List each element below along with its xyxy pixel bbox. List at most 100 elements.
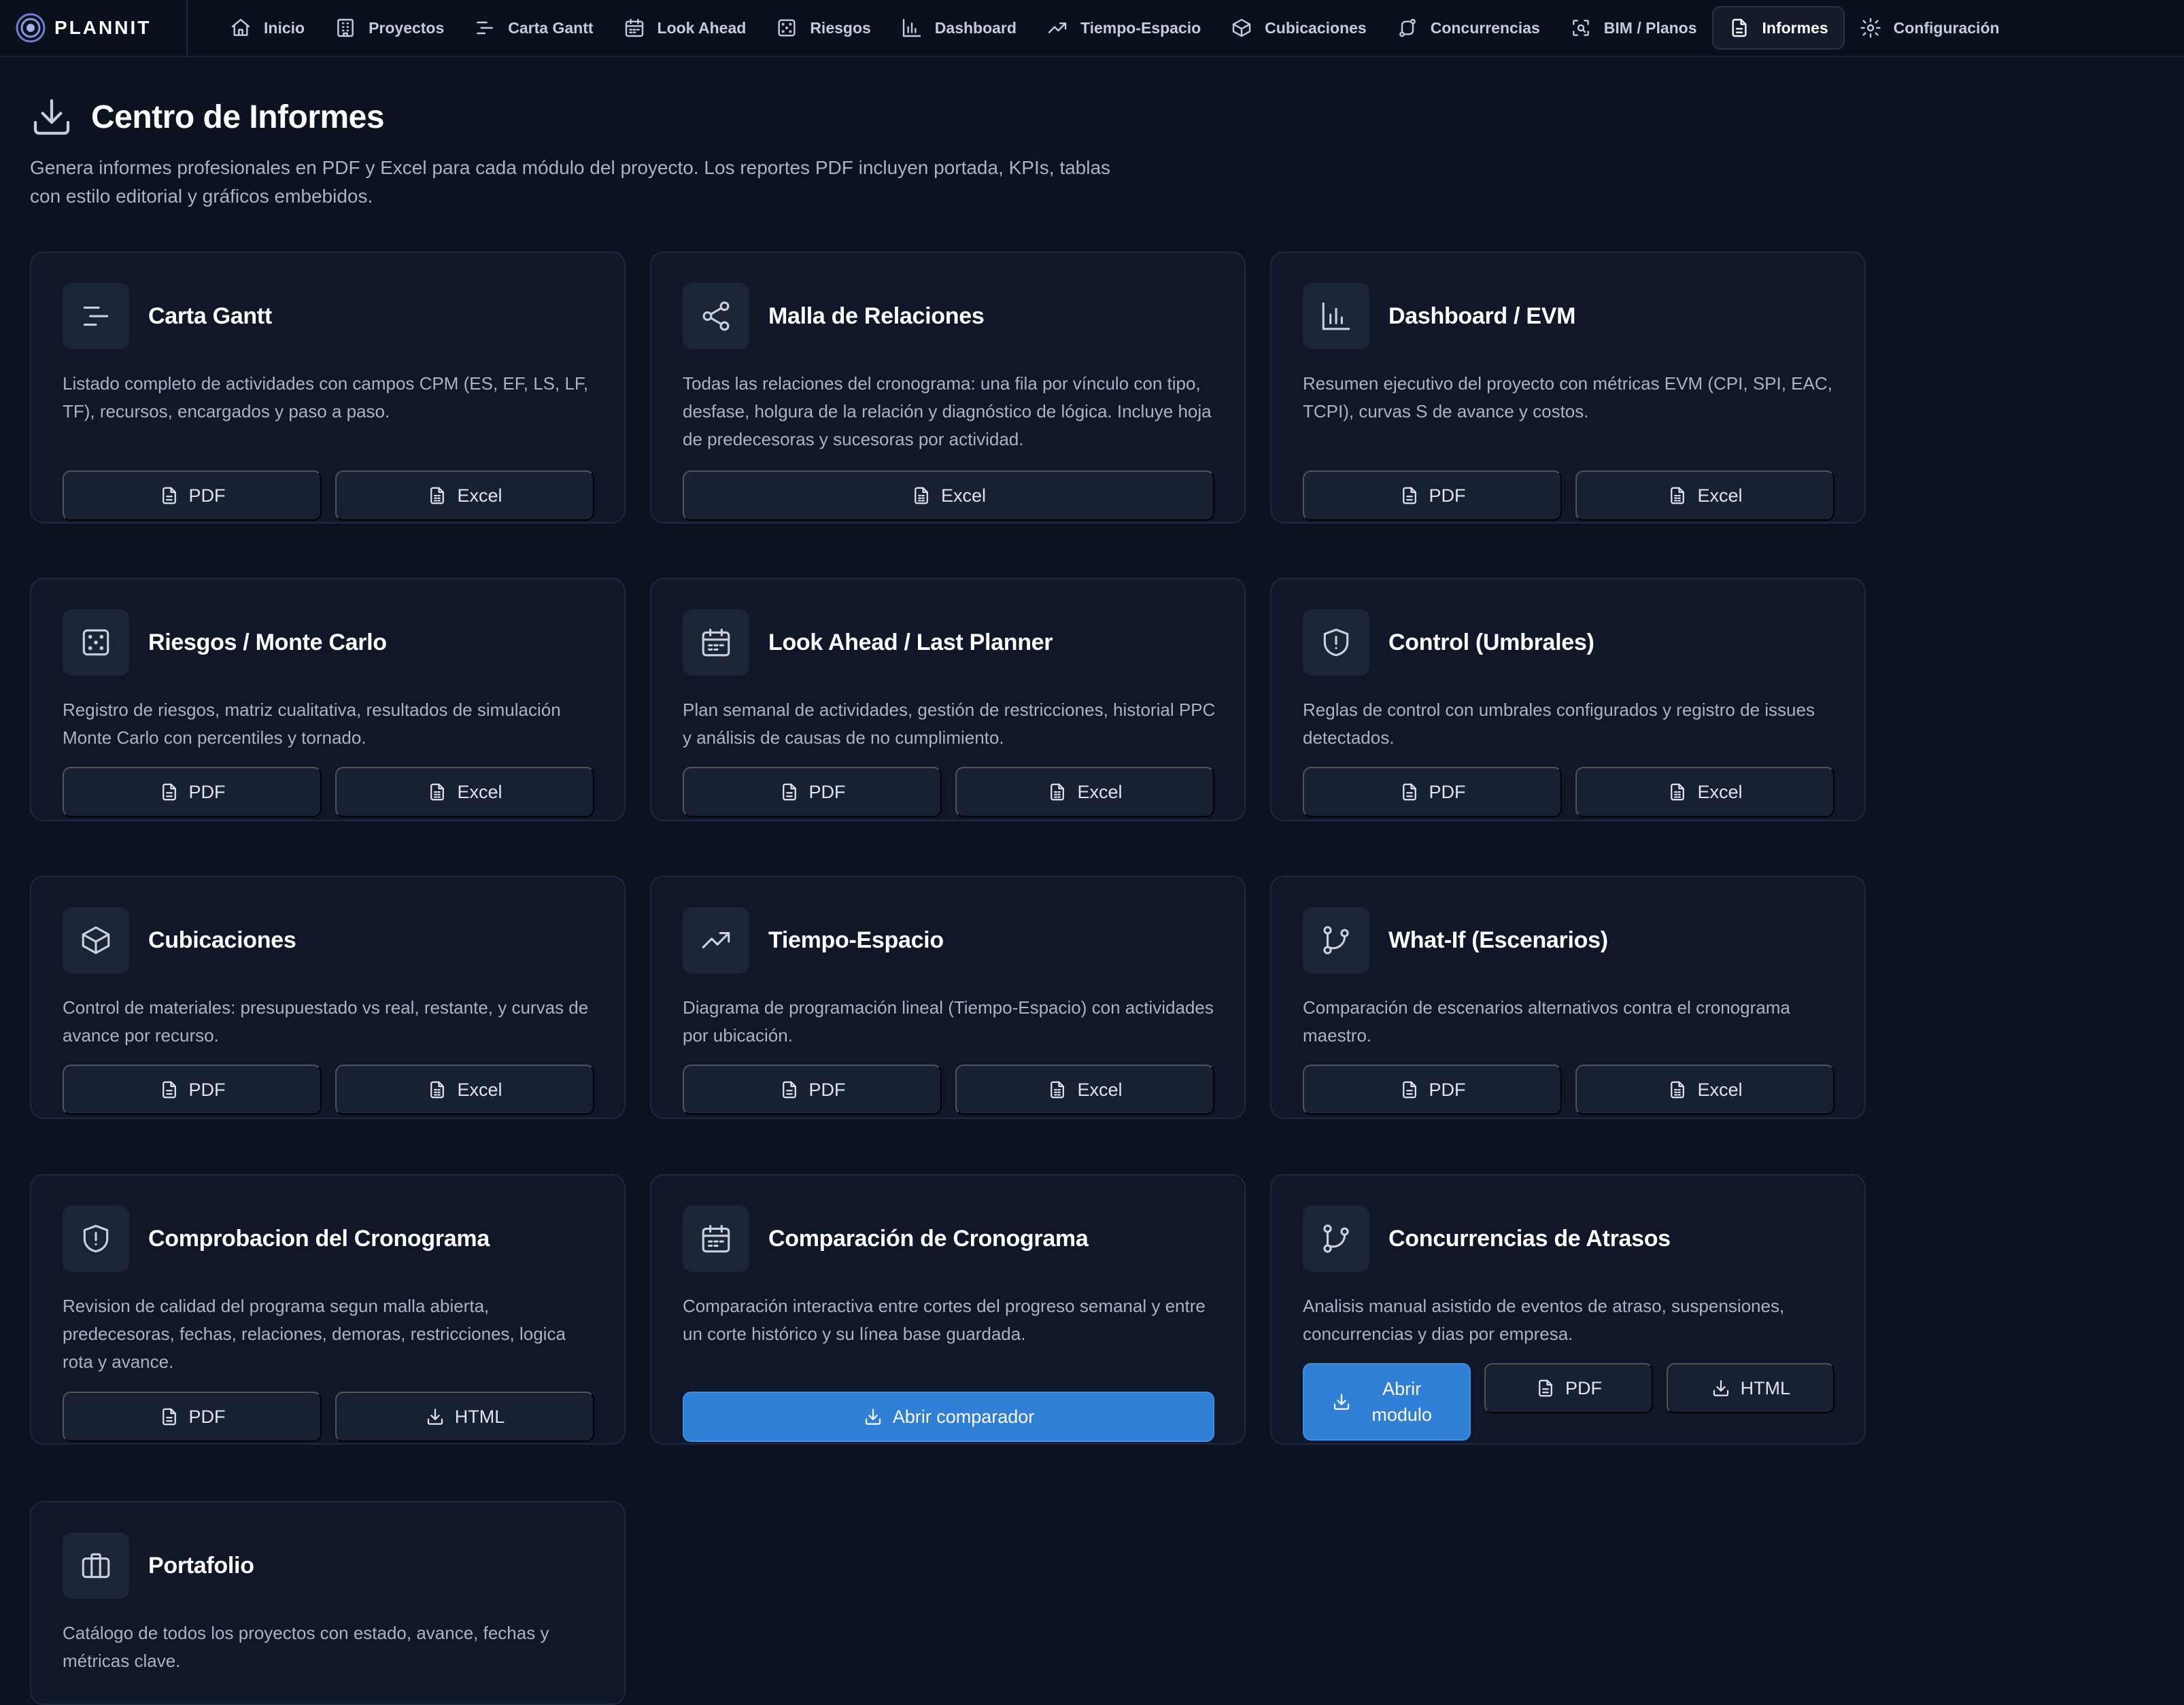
pdf-button[interactable]: PDF xyxy=(63,470,322,521)
nav-item-cubicaciones[interactable]: Cubicaciones xyxy=(1216,6,1382,50)
html-button[interactable]: HTML xyxy=(1666,1363,1835,1413)
document-icon xyxy=(162,1408,176,1426)
excel-button[interactable]: Excel xyxy=(1575,1065,1835,1115)
nav-item-label: Proyectos xyxy=(369,18,445,37)
gantt-icon xyxy=(83,306,109,326)
document-icon xyxy=(1731,18,1747,37)
card-actions: Abrir comparador xyxy=(683,1392,1214,1442)
scan-icon xyxy=(1572,20,1589,36)
button-label: HTML xyxy=(1740,1377,1791,1398)
card-description: Comparación de escenarios alternativos c… xyxy=(1303,997,1790,1046)
card-icon-tile xyxy=(683,609,749,676)
button-label: Excel xyxy=(1697,781,1743,802)
nav-item-riesgos[interactable]: Riesgos xyxy=(761,6,885,50)
card-actions: PDF Excel xyxy=(63,470,594,521)
excel-button[interactable]: Excel xyxy=(955,1065,1214,1115)
nav-item-concurrencias[interactable]: Concurrencias xyxy=(1382,6,1555,50)
button-label: PDF xyxy=(1429,485,1466,506)
spreadsheet-icon xyxy=(915,487,928,504)
nav-item-carta-gantt[interactable]: Carta Gantt xyxy=(459,6,608,50)
card-actions: PDF Excel xyxy=(1303,1065,1835,1115)
card-description: Listado completo de actividades con camp… xyxy=(63,373,589,421)
download-icon xyxy=(1333,1394,1349,1410)
dice-icon xyxy=(82,629,109,656)
card-title: Comparación de Cronograma xyxy=(768,1225,1089,1252)
report-card-riesgos-monte-carlo: Riesgos / Monte Carlo Registro de riesgos… xyxy=(30,578,626,821)
pdf-button[interactable]: PDF xyxy=(1303,470,1562,521)
brand[interactable]: PLANNIT xyxy=(0,0,188,56)
report-card-comprobacion-del-cronograma: Comprobacion del Cronograma Revision de c… xyxy=(30,1174,626,1445)
nav-item-label: Cubicaciones xyxy=(1265,18,1367,37)
excel-button[interactable]: Excel xyxy=(335,1065,594,1115)
nav-item-label: Dashboard xyxy=(934,18,1017,37)
spreadsheet-icon xyxy=(430,487,445,504)
excel-button[interactable]: Excel xyxy=(683,470,1214,521)
card-title: Dashboard / EVM xyxy=(1388,303,1576,329)
nav-item-informes[interactable]: Informes xyxy=(1711,6,1845,50)
card-description: Comparación interactiva entre cortes del… xyxy=(683,1296,1206,1344)
nav-item-configuraci-n[interactable]: Configuración xyxy=(1845,6,2015,50)
button-label: Abrir comparador xyxy=(892,1406,1035,1427)
report-card-portafolio: Portafolio Catálogo de todos los proyecto… xyxy=(30,1501,626,1705)
nav-item-proyectos[interactable]: Proyectos xyxy=(320,6,459,50)
excel-button[interactable]: Excel xyxy=(955,767,1214,817)
button-label: PDF xyxy=(1429,781,1466,802)
page-header: Centro de Informes Genera informes profe… xyxy=(30,95,1186,211)
button-label: PDF xyxy=(188,1406,226,1427)
card-icon-tile xyxy=(1303,1205,1369,1272)
excel-button[interactable]: Excel xyxy=(335,767,594,817)
pdf-button[interactable]: PDF xyxy=(1484,1363,1653,1413)
card-title: Look Ahead / Last Planner xyxy=(768,629,1053,655)
trend-icon xyxy=(1048,22,1067,33)
card-title: Cubicaciones xyxy=(148,927,296,953)
box-icon xyxy=(82,926,110,954)
document-icon xyxy=(162,487,176,504)
spreadsheet-icon xyxy=(430,783,445,801)
button-label: Excel xyxy=(940,485,987,506)
pdf-button[interactable]: PDF xyxy=(683,767,942,817)
trend-icon xyxy=(702,932,730,948)
card-actions: Excel xyxy=(683,470,1214,521)
report-card-comparacion-de-cronograma: Comparación de Cronograma Comparación int… xyxy=(650,1174,1246,1445)
pdf-button[interactable]: PDF xyxy=(63,1065,322,1115)
excel-button[interactable]: Excel xyxy=(1575,767,1835,817)
pdf-button[interactable]: PDF xyxy=(63,1392,322,1442)
document-icon xyxy=(782,783,796,801)
button-label: Excel xyxy=(1077,781,1123,802)
nav-item-look-ahead[interactable]: Look Ahead xyxy=(609,6,762,50)
excel-button[interactable]: Excel xyxy=(335,470,594,521)
route-icon xyxy=(1399,18,1416,37)
nav-item-label: Concurrencias xyxy=(1430,18,1540,37)
document-icon xyxy=(1402,487,1416,504)
card-icon-tile xyxy=(63,609,129,676)
html-button[interactable]: HTML xyxy=(335,1392,594,1442)
pdf-button[interactable]: PDF xyxy=(1303,1065,1562,1115)
excel-button[interactable]: Excel xyxy=(1575,470,1835,521)
button-label: PDF xyxy=(808,1079,846,1100)
pdf-button[interactable]: PDF xyxy=(63,767,322,817)
nav-items: Inicio Proyectos Carta Gantt Look Ahead Ries… xyxy=(188,0,2015,56)
card-actions: PDF Excel xyxy=(1303,470,1835,521)
abrir-modulo-button[interactable]: Abrir modulo xyxy=(1303,1363,1471,1441)
nav-item-inicio[interactable]: Inicio xyxy=(215,6,320,50)
report-card-carta-gantt: Carta Gantt Listado completo de actividad… xyxy=(30,252,626,523)
nav-item-label: Look Ahead xyxy=(657,18,747,37)
report-card-dashboard-evm: Dashboard / EVM Resumen ejecutivo del pro… xyxy=(1270,252,1866,523)
nav-item-tiempo-espacio[interactable]: Tiempo-Espacio xyxy=(1031,6,1216,50)
spreadsheet-icon xyxy=(1051,1081,1065,1099)
pdf-button[interactable]: PDF xyxy=(683,1065,942,1115)
card-description: Reglas de control con umbrales configura… xyxy=(1303,700,1815,748)
card-icon-tile xyxy=(63,1205,129,1272)
nav-item-bim-planos[interactable]: BIM / Planos xyxy=(1555,6,1712,50)
nav-item-label: Informes xyxy=(1762,18,1828,37)
download-icon xyxy=(33,99,70,135)
spreadsheet-icon xyxy=(1671,1081,1685,1099)
box-icon xyxy=(1232,18,1251,37)
nav-item-dashboard[interactable]: Dashboard xyxy=(886,6,1031,50)
button-label: PDF xyxy=(188,485,226,506)
spreadsheet-icon xyxy=(1671,487,1685,504)
calendar-icon xyxy=(702,1224,730,1253)
pdf-button[interactable]: PDF xyxy=(1303,767,1562,817)
card-title: Portafolio xyxy=(148,1552,254,1579)
abrir-comparador-button[interactable]: Abrir comparador xyxy=(683,1392,1214,1442)
